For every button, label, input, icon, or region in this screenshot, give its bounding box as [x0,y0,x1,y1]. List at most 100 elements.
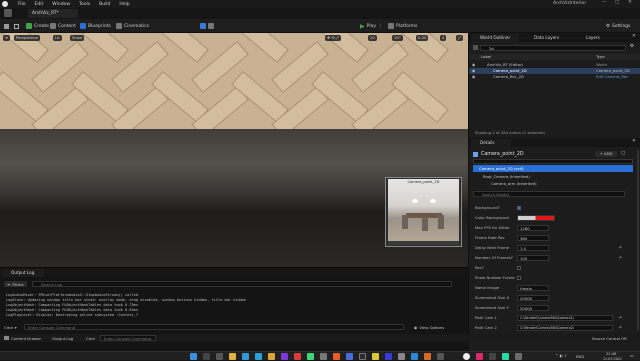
lock-icon[interactable]: ▢ [621,151,625,156]
notification-icon[interactable]: ▭ [630,353,634,358]
transform-gizmo-icons[interactable]: ✥ ⟲ ⤢ [325,35,341,41]
menu-help[interactable]: Help [119,2,129,7]
outliner-row[interactable]: ◉ Camera_Rec_2D Edit Camera_Rec [469,74,640,80]
add-component-button[interactable]: + ADD [595,151,617,157]
filters-button[interactable]: ≡ Filters [4,281,27,287]
app-icon[interactable] [398,353,405,360]
close-icon[interactable]: ✕ [628,0,632,5]
reset-icon[interactable]: ↶ [619,244,622,252]
menu-build[interactable]: Build [99,2,110,7]
log-search-input[interactable]: Search Log [32,281,452,287]
prop-value-input[interactable]: 100 [517,255,549,261]
menu-file[interactable]: File [18,2,26,7]
prop-value-input[interactable]: 20000 [517,295,549,301]
unreal-engine-icon[interactable] [463,353,470,360]
menu-window[interactable]: Window [52,2,70,7]
search-icon[interactable] [203,353,210,360]
outliner-search-input[interactable]: 2d [480,45,626,51]
platforms-button[interactable]: Platforms [388,22,417,30]
app-icon[interactable] [307,353,314,360]
windows-start-icon[interactable] [190,353,197,360]
app-icon[interactable] [502,353,509,360]
show-button[interactable]: Show [70,35,85,41]
prop-checkbox[interactable] [517,276,521,280]
app-icon[interactable] [476,353,483,360]
app-icon[interactable] [515,353,522,360]
app-icon[interactable] [489,353,496,360]
app-icon[interactable] [333,353,340,360]
app-icon[interactable] [372,353,379,360]
reset-icon[interactable]: ↶ [619,254,622,262]
col-label-header[interactable]: Label [481,54,491,60]
reset-icon[interactable]: ↶ [619,324,622,332]
scale-snap-button[interactable]: 0.25 [416,35,429,41]
telegram-icon[interactable] [255,353,262,360]
reset-icon[interactable]: ↶ [619,314,622,322]
tab-world-outliner[interactable]: World Outliner [471,34,519,42]
prop-value-input[interactable]: C:\Render\Camera360\Camera2\ [517,325,613,331]
console-command-input[interactable]: Enter Console Command [24,324,404,330]
browser-icon[interactable] [242,353,249,360]
col-type-header[interactable]: Type [596,54,605,60]
content-drawer-button[interactable]: Content Drawer [4,335,41,341]
add-actor-button[interactable] [473,45,478,50]
eye-icon[interactable]: ◉ [472,74,475,80]
chrome-icon[interactable] [268,353,275,360]
menu-edit[interactable]: Edit [35,2,44,7]
prop-value-input[interactable]: Vmain [517,285,549,291]
view-options-button[interactable]: ◉ View Options [414,324,444,330]
app-icon[interactable] [385,353,392,360]
app-icon[interactable] [359,353,366,360]
status-console-input[interactable]: Enter Console Command [100,335,156,341]
content-button[interactable]: Content [50,22,76,30]
transform-tools[interactable] [200,22,214,30]
prop-value-input[interactable]: 1260 [517,225,549,231]
file-explorer-icon[interactable] [229,353,236,360]
app-icon[interactable] [411,353,418,360]
component-root[interactable]: Root_Camera (Inherited) [483,174,530,179]
app-icon[interactable] [424,353,431,360]
save-button[interactable] [4,22,9,30]
rotation-snap-button[interactable]: 10° [392,35,403,41]
system-tray-icons[interactable]: ⌃ ◐ ♪ [555,353,567,358]
cmd-button[interactable]: Cmd [86,335,95,341]
app-icon[interactable] [281,353,288,360]
prop-value-input[interactable]: 1.0 [517,245,549,251]
prop-value-input[interactable]: 20000 [517,305,549,311]
app-icon[interactable] [320,353,327,360]
close-tab-icon[interactable]: ✕ [632,139,636,144]
app-icon[interactable] [346,353,353,360]
prop-checkbox[interactable] [517,206,521,210]
maximize-viewport-icon[interactable]: ⤢ [456,35,464,41]
tab-layers[interactable]: Layers [577,34,600,42]
component-arm[interactable]: Camera_arm (Inherited) [491,181,537,186]
details-scrollbar[interactable] [637,150,639,330]
prop-value-input[interactable]: C:\Render\Camera360\Camera1\ [517,315,613,321]
prop-value-input[interactable]: 360 [517,235,549,241]
perspective-button[interactable]: Perspective [14,35,40,41]
lit-button[interactable]: Lit [53,35,62,41]
clock-time[interactable]: 22:46 [606,352,616,356]
grid-snap-button[interactable]: 10 [368,35,377,41]
doc-tab-level[interactable]: ArchViz_RT* [28,9,78,18]
blueprints-button[interactable]: Blueprints [80,22,111,30]
tab-data-layers[interactable]: Data Layers [525,34,559,42]
color-swatch[interactable] [517,215,555,221]
components-search-input[interactable] [473,159,633,164]
component-self-row[interactable]: Camera_point_2D (self) [473,165,633,172]
details-search-input[interactable]: Search Details [473,191,625,197]
gear-icon[interactable]: ⚙ [630,44,634,49]
play-options-button[interactable]: ⋮ [378,22,383,30]
app-icon[interactable] [437,353,444,360]
output-log-button[interactable]: Output Log [52,335,73,341]
create-button[interactable]: Create [26,22,49,30]
play-button[interactable]: ▶ Play [360,22,376,30]
task-view-icon[interactable] [216,353,223,360]
minimize-icon[interactable]: — [602,0,607,5]
menu-tools[interactable]: Tools [79,2,90,7]
maximize-icon[interactable]: ▢ [615,0,619,5]
level-viewport[interactable]: ≡ Perspective Lit Show ✥ ⟲ ⤢ 10 10° 0.25… [0,33,468,267]
settings-button[interactable]: ⚙ Settings [606,22,631,30]
app-icon[interactable] [294,353,301,360]
language-indicator[interactable]: ENG [576,354,584,359]
